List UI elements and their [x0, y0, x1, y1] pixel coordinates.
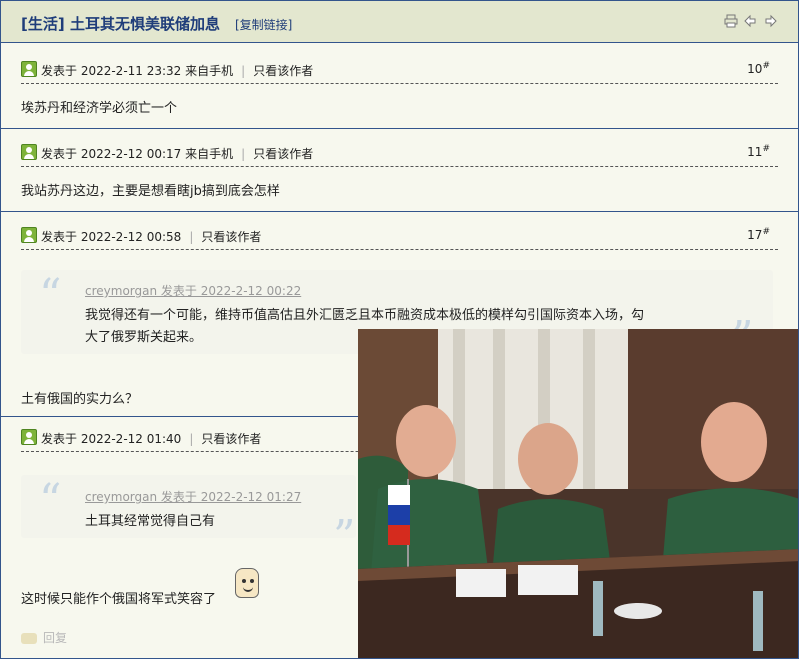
floor-number[interactable]: 11#	[747, 144, 770, 159]
laughing-face-emoji-icon	[235, 568, 259, 598]
only-author-link[interactable]: 只看该作者	[253, 64, 313, 78]
next-thread-icon[interactable]	[763, 14, 779, 30]
user-icon[interactable]	[21, 144, 37, 160]
quote-block: “ creymorgan 发表于 2022-2-12 01:27 土耳其经常觉得…	[21, 475, 356, 559]
user-icon[interactable]	[21, 429, 37, 445]
post-content: 这时候只能作个俄国将军式笑容了	[21, 592, 217, 607]
post-time: 发表于 2022-2-12 00:58	[41, 230, 182, 244]
floor-number[interactable]: 17#	[747, 227, 770, 242]
forum-thread-page: [生活] 土耳其无惧美联储加息 [复制链接] 发表于 2022-2-11 23:…	[0, 0, 799, 659]
only-author-link[interactable]: 只看该作者	[253, 147, 313, 161]
thread-header: [生活] 土耳其无惧美联储加息 [复制链接]	[1, 1, 798, 43]
quote-close-icon: ”	[333, 511, 356, 562]
post-floor-11: 发表于 2022-2-12 00:17 来自手机 | 只看该作者 11# 我站苏丹这…	[1, 130, 798, 212]
post-time: 发表于 2022-2-11 23:32 来自手机	[41, 64, 234, 78]
quote-author-link[interactable]: creymorgan 发表于 2022-2-12 00:22	[85, 282, 301, 299]
post-meta: 发表于 2022-2-11 23:32 来自手机 | 只看该作者 10#	[21, 54, 778, 84]
post-time: 发表于 2022-2-12 01:40	[41, 432, 182, 446]
quote-line: 大了俄罗斯关起来。	[85, 330, 203, 345]
post-floor-10: 发表于 2022-2-11 23:32 来自手机 | 只看该作者 10# 埃苏丹和经…	[1, 44, 798, 129]
post-time: 发表于 2022-2-12 00:17 来自手机	[41, 147, 234, 161]
quote-open-icon: “	[39, 475, 62, 526]
generals-smiling-photo	[358, 329, 798, 658]
post-meta: 发表于 2022-2-12 00:17 来自手机 | 只看该作者 11#	[21, 137, 778, 167]
quote-open-icon: “	[39, 270, 62, 321]
reply-button[interactable]: 回复	[21, 629, 67, 646]
user-icon[interactable]	[21, 61, 37, 77]
post-content: 埃苏丹和经济学必须亡一个	[21, 101, 178, 116]
reply-icon	[21, 633, 37, 644]
thread-title: [生活] 土耳其无惧美联储加息	[21, 13, 220, 34]
only-author-link[interactable]: 只看该作者	[201, 230, 261, 244]
user-icon[interactable]	[21, 227, 37, 243]
post-meta: 发表于 2022-2-12 00:58 | 只看该作者 17#	[21, 220, 778, 250]
post-content: 土有俄国的实力么？	[21, 392, 139, 407]
quote-line: 我觉得还有一个可能，维持币值高估且外汇匮乏且本币融资成本极低的模样勾引国际资本入…	[85, 308, 645, 323]
prev-thread-icon[interactable]	[742, 14, 758, 30]
thread-title-text: 土耳其无惧美联储加息	[69, 15, 220, 33]
only-author-link[interactable]: 只看该作者	[201, 432, 261, 446]
quote-line: 土耳其经常觉得自己有	[85, 514, 216, 529]
thread-category[interactable]: [生活]	[21, 15, 65, 33]
print-icon[interactable]	[723, 14, 739, 30]
copy-link-button[interactable]: [复制链接]	[235, 16, 292, 33]
post-content: 我站苏丹这边，主要是想看瞎jb搞到底会怎样	[21, 184, 280, 199]
quote-author-link[interactable]: creymorgan 发表于 2022-2-12 01:27	[85, 488, 301, 505]
floor-number[interactable]: 10#	[747, 61, 770, 76]
